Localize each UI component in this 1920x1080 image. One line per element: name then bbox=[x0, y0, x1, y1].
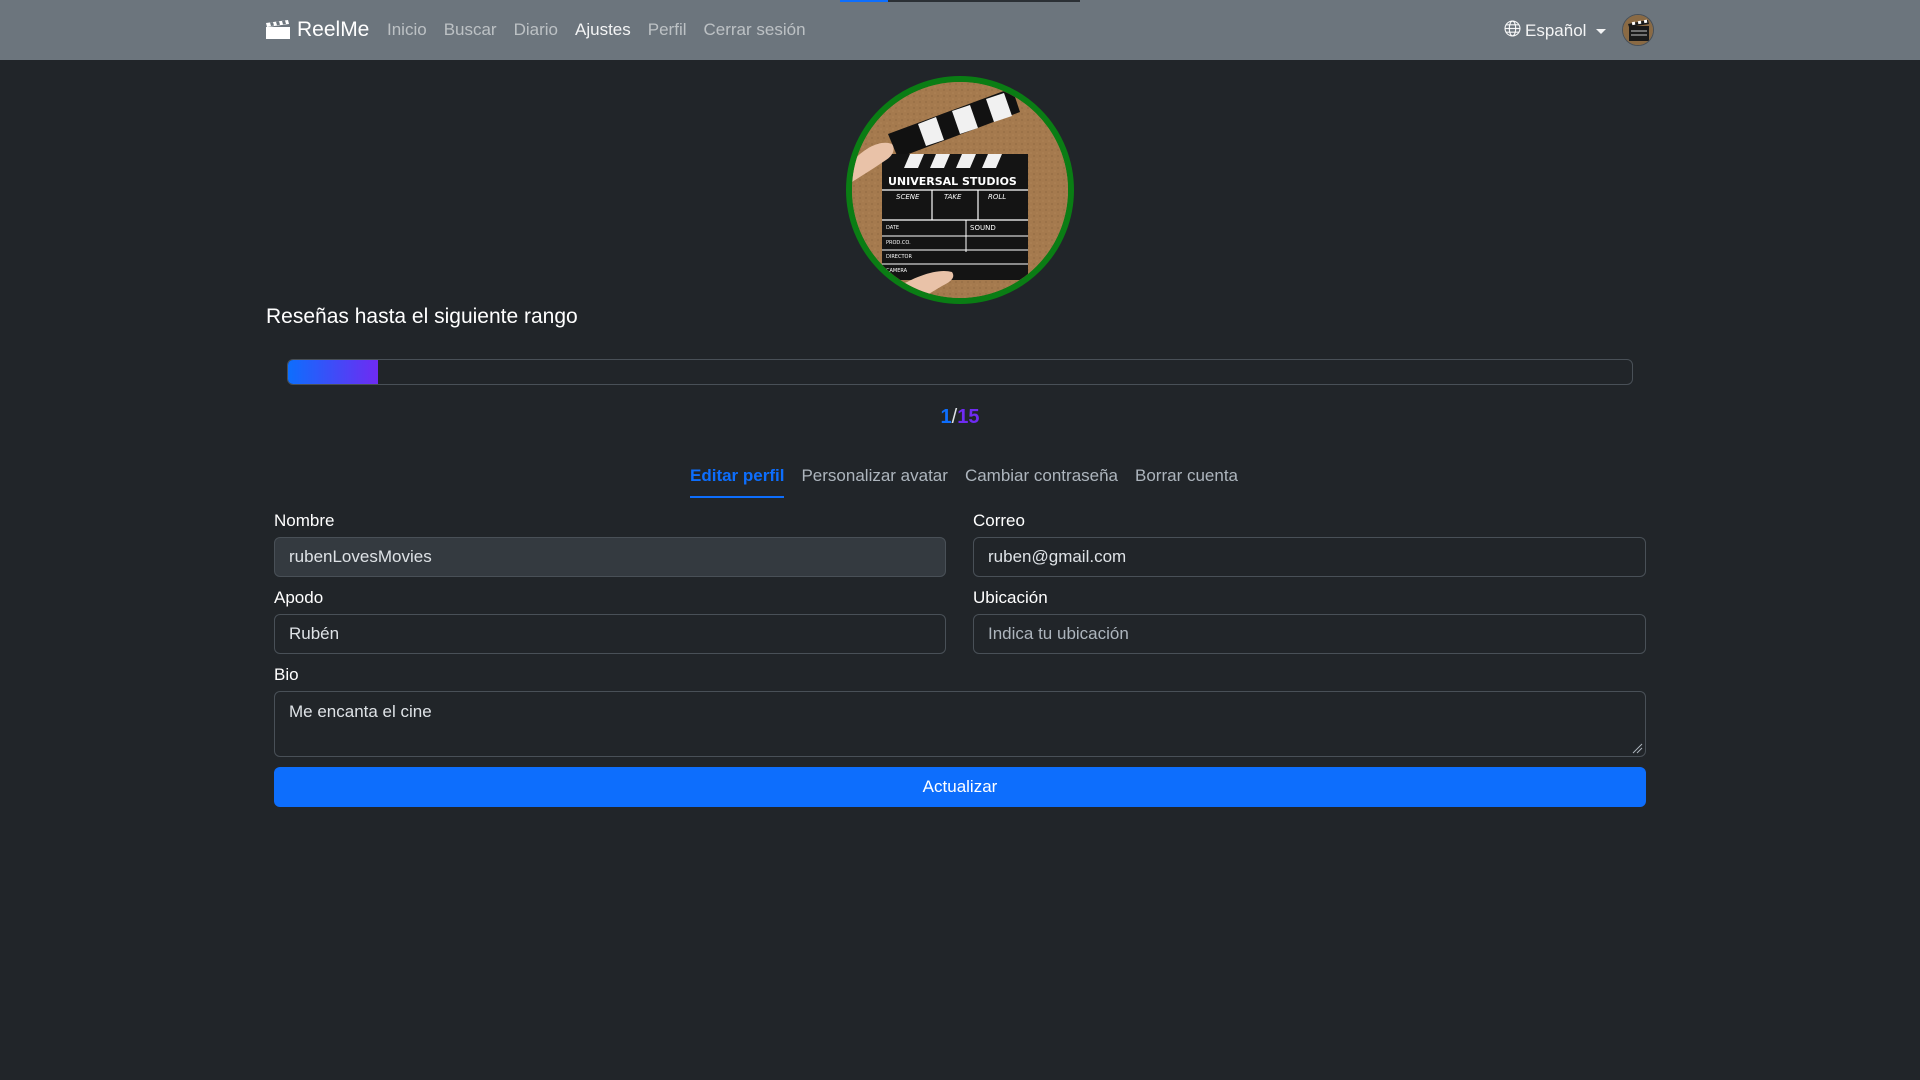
rank-count: 1/15 bbox=[900, 406, 1020, 429]
name-label: Nombre bbox=[274, 511, 335, 530]
rank-current: 1 bbox=[940, 406, 952, 428]
clapperboard-icon bbox=[265, 20, 291, 40]
location-field-group: Ubicación bbox=[973, 588, 1646, 654]
svg-text:SCENE: SCENE bbox=[896, 193, 920, 201]
location-label: Ubicación bbox=[973, 588, 1048, 607]
tab-edit-profile[interactable]: Editar perfil bbox=[690, 466, 785, 498]
nav-link-perfil[interactable]: Perfil bbox=[648, 20, 687, 40]
bio-textarea[interactable]: Me encanta el cine bbox=[274, 691, 1646, 757]
location-input[interactable] bbox=[973, 614, 1646, 654]
settings-tabs: Editar perfil Personalizar avatar Cambia… bbox=[690, 466, 1238, 498]
name-input[interactable] bbox=[274, 537, 946, 577]
nav-link-buscar[interactable]: Buscar bbox=[444, 20, 497, 40]
rank-progress-bar bbox=[287, 359, 1633, 385]
svg-text:CAMERA: CAMERA bbox=[886, 268, 908, 274]
nickname-input[interactable] bbox=[274, 614, 946, 654]
svg-text:SOUND: SOUND bbox=[970, 224, 996, 232]
email-label: Correo bbox=[973, 511, 1025, 530]
globe-icon bbox=[1504, 20, 1521, 42]
bio-field-group: Bio Me encanta el cine bbox=[274, 665, 1646, 757]
tab-customize-avatar[interactable]: Personalizar avatar bbox=[801, 466, 947, 498]
nav-link-cerrar-sesion[interactable]: Cerrar sesión bbox=[704, 20, 806, 40]
user-avatar[interactable] bbox=[1622, 14, 1654, 46]
nickname-field-group: Apodo bbox=[274, 588, 946, 654]
svg-text:UNIVERSAL STUDIOS: UNIVERSAL STUDIOS bbox=[888, 175, 1017, 188]
name-field-group: Nombre bbox=[274, 511, 946, 577]
navbar: ReelMe Inicio Buscar Diario Ajustes Perf… bbox=[0, 0, 1920, 60]
svg-text:TAKE: TAKE bbox=[944, 193, 962, 201]
rank-total: 15 bbox=[957, 406, 980, 428]
brand-link[interactable]: ReelMe bbox=[265, 16, 369, 44]
brand-name: ReelMe bbox=[297, 18, 370, 41]
svg-text:DIRECTOR: DIRECTOR bbox=[886, 254, 912, 260]
profile-avatar: UNIVERSAL STUDIOS SCENE TAKE ROLL DATE S… bbox=[846, 76, 1074, 304]
nav-links: Inicio Buscar Diario Ajustes Perfil Cerr… bbox=[387, 20, 806, 40]
rank-progress-fill bbox=[288, 360, 378, 384]
svg-text:ROLL: ROLL bbox=[988, 193, 1006, 201]
nav-link-ajustes[interactable]: Ajustes bbox=[575, 20, 631, 40]
nav-link-diario[interactable]: Diario bbox=[514, 20, 558, 40]
email-input[interactable] bbox=[973, 537, 1646, 577]
language-label: Español bbox=[1525, 21, 1587, 40]
update-button[interactable]: Actualizar bbox=[274, 767, 1646, 807]
loading-indicator bbox=[840, 0, 1080, 2]
language-dropdown[interactable]: Español bbox=[1504, 20, 1607, 42]
tab-change-password[interactable]: Cambiar contraseña bbox=[965, 466, 1118, 498]
rank-title: Reseñas hasta el siguiente rango bbox=[266, 305, 578, 328]
svg-text:PROD.CO.: PROD.CO. bbox=[886, 240, 911, 246]
bio-label: Bio bbox=[274, 665, 299, 684]
nickname-label: Apodo bbox=[274, 588, 324, 607]
svg-text:DATE: DATE bbox=[886, 225, 899, 231]
resize-grip-icon[interactable] bbox=[1631, 742, 1643, 754]
email-field-group: Correo bbox=[973, 511, 1646, 577]
tab-delete-account[interactable]: Borrar cuenta bbox=[1135, 466, 1238, 498]
caret-down-icon bbox=[1596, 28, 1607, 34]
clapperboard-photo-icon: UNIVERSAL STUDIOS SCENE TAKE ROLL DATE S… bbox=[852, 82, 1068, 298]
nav-link-inicio[interactable]: Inicio bbox=[387, 20, 427, 40]
